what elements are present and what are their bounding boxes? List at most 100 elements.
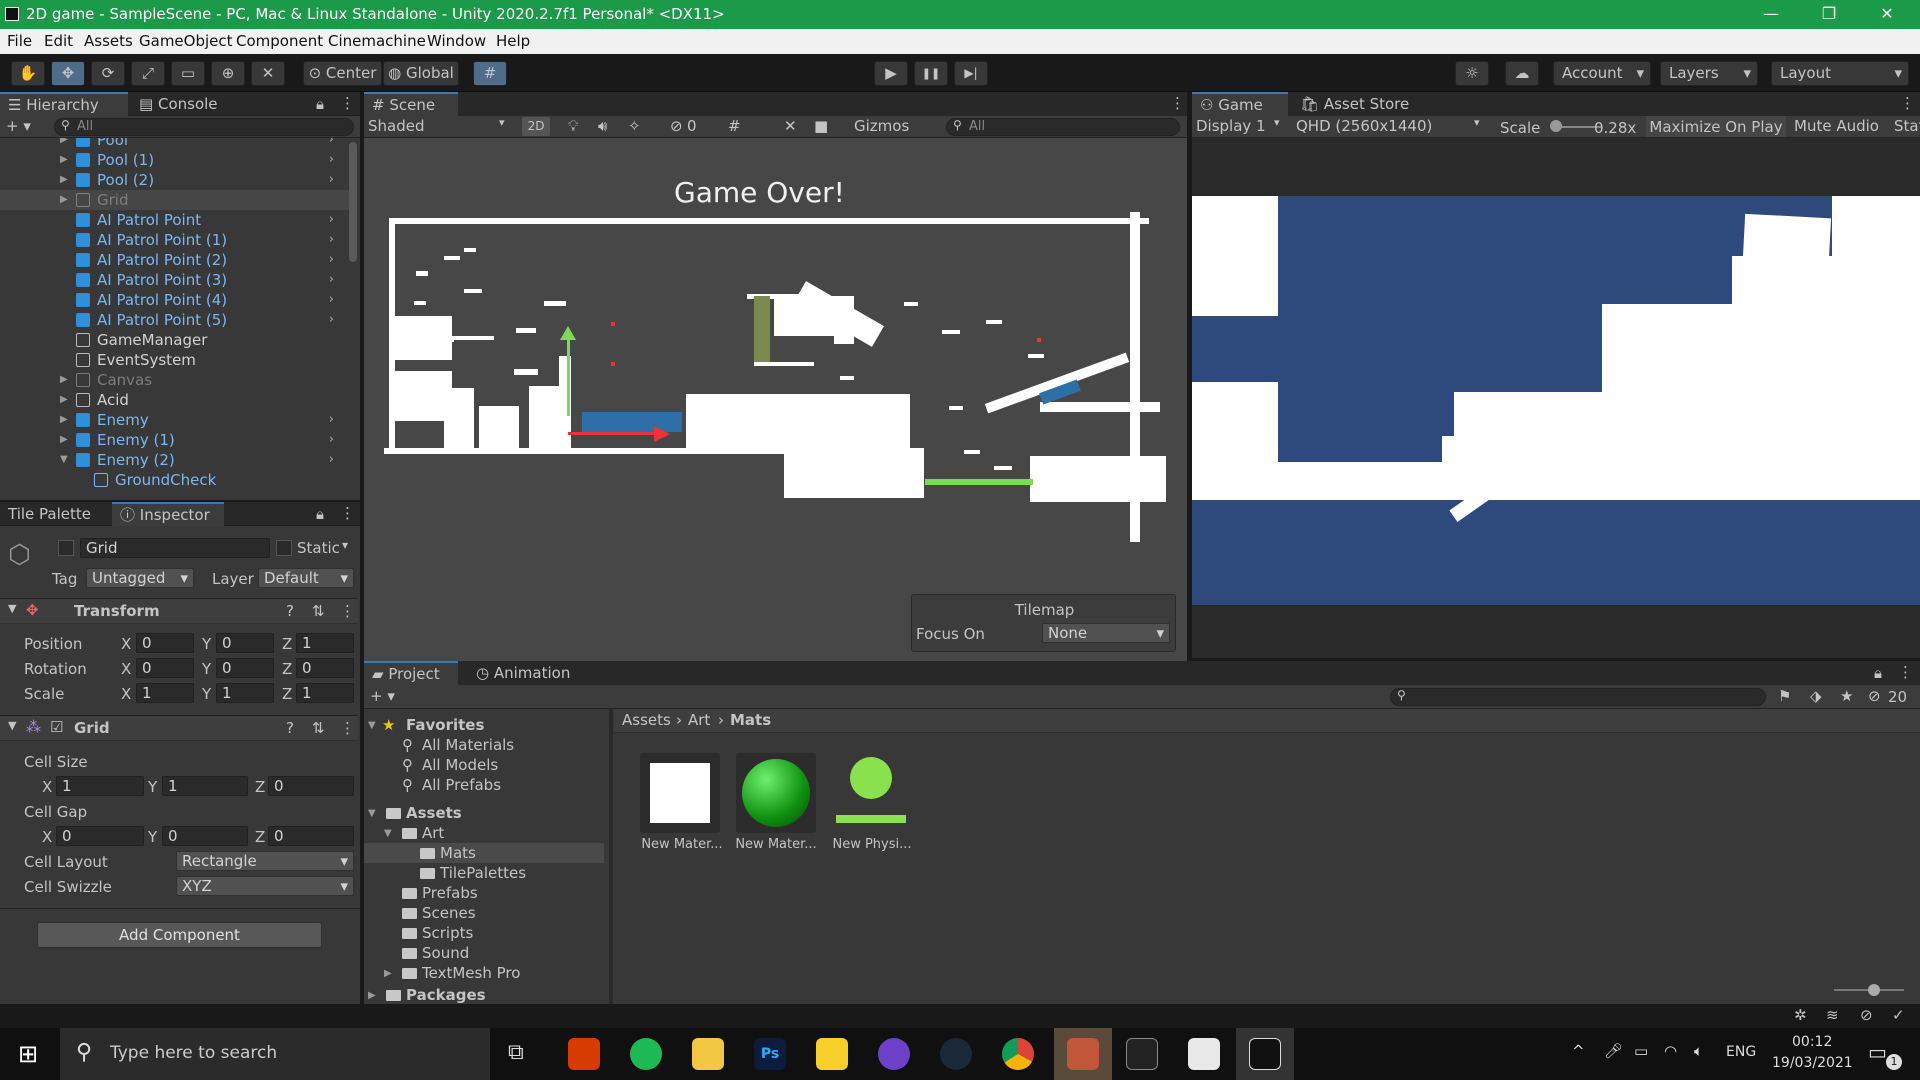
audio-icon[interactable]: 🔊︎: [598, 117, 607, 135]
menu-window[interactable]: Window: [427, 32, 486, 50]
hierarchy-scrollbar[interactable]: [349, 142, 357, 262]
cell-gap-x-field[interactable]: 0: [56, 826, 144, 846]
splitter[interactable]: [609, 709, 613, 1004]
rotation-y-field[interactable]: 0: [216, 658, 274, 678]
move-gizmo-x-axis[interactable]: [568, 432, 658, 435]
filter-label-icon[interactable]: ⬗: [1810, 687, 1822, 705]
grid-visibility-icon[interactable]: #: [728, 117, 741, 135]
favorites-item[interactable]: ▼ ★ Favorites: [364, 715, 604, 735]
folder-item-selected[interactable]: Mats: [364, 843, 604, 863]
lighting-icon[interactable]: 💡︎: [568, 117, 579, 135]
move-gizmo-x-arrow-icon[interactable]: [654, 426, 670, 442]
icon-size-slider-handle[interactable]: [1868, 984, 1880, 996]
cell-size-x-field[interactable]: 1: [56, 776, 144, 796]
position-y-field[interactable]: 0: [216, 633, 274, 653]
hidden-packages-icon[interactable]: ⊘: [1868, 687, 1881, 705]
resolution-dropdown[interactable]: QHD (2560x1440): [1296, 117, 1432, 135]
hierarchy-item[interactable]: ▶ Acid: [0, 390, 350, 410]
file-explorer-icon[interactable]: [692, 1038, 724, 1070]
help-icon[interactable]: ?: [286, 719, 294, 737]
lock-icon[interactable]: 🔒︎: [316, 505, 324, 523]
folder-item[interactable]: ▼ Art: [364, 823, 604, 843]
preset-icon[interactable]: ⇅: [312, 602, 325, 620]
focus-on-dropdown[interactable]: None: [1042, 623, 1170, 643]
folder-item[interactable]: ▼ Assets: [364, 803, 604, 823]
check-circle-icon[interactable]: ✓: [1892, 1006, 1905, 1024]
close-button[interactable]: ✕: [1858, 0, 1916, 29]
kebab-menu-icon[interactable]: ⋮: [340, 602, 355, 620]
pause-button[interactable]: ❚❚: [914, 61, 948, 86]
folder-item[interactable]: Scripts: [364, 923, 604, 943]
hierarchy-item[interactable]: ▶ Enemy (1) ›: [0, 430, 350, 450]
favorite-search-item[interactable]: ⚲ All Prefabs: [364, 775, 604, 795]
scale-y-field[interactable]: 1: [216, 683, 274, 703]
clock-date[interactable]: 19/03/2021: [1772, 1055, 1853, 1071]
kebab-menu-icon[interactable]: ⋮: [340, 504, 355, 522]
kebab-menu-icon[interactable]: ⋮: [1898, 663, 1913, 681]
breadcrumb-item[interactable]: Assets: [622, 711, 671, 729]
game-viewport[interactable]: [1192, 196, 1920, 605]
folder-item[interactable]: Sound: [364, 943, 604, 963]
menu-file[interactable]: File: [7, 32, 32, 50]
mute-audio-toggle[interactable]: Mute Audio: [1794, 117, 1879, 135]
github-icon[interactable]: [878, 1038, 910, 1070]
task-view-icon[interactable]: ⧉: [508, 1040, 524, 1065]
auto-generate-icon[interactable]: ⊘: [1860, 1006, 1873, 1024]
add-component-button[interactable]: Add Component: [37, 922, 322, 948]
account-dropdown[interactable]: Account ▾: [1553, 61, 1651, 86]
microphone-icon[interactable]: 🎤︎: [1604, 1042, 1623, 1060]
tab-tile-palette[interactable]: Tile Palette: [0, 502, 99, 526]
hierarchy-item[interactable]: AI Patrol Point (3) ›: [0, 270, 350, 290]
move-gizmo-y-arrow-icon[interactable]: [560, 326, 576, 340]
chevron-down-icon[interactable]: ▾: [342, 538, 348, 552]
cell-size-z-field[interactable]: 0: [268, 776, 354, 796]
tag-dropdown[interactable]: Untagged: [86, 568, 194, 588]
menu-component[interactable]: Component: [236, 32, 323, 50]
transform-header[interactable]: ▼ ✥ Transform ? ⇅ ⋮: [0, 598, 358, 624]
folder-item[interactable]: Scenes: [364, 903, 604, 923]
grid-component-header[interactable]: ▼ ⁂ ☑ Grid ? ⇅ ⋮: [0, 715, 358, 741]
java-icon[interactable]: [1188, 1038, 1220, 1070]
scale-x-field[interactable]: 1: [136, 683, 194, 703]
active-checkbox[interactable]: [58, 540, 74, 556]
grid-snap-icon[interactable]: #: [473, 61, 507, 86]
cell-gap-z-field[interactable]: 0: [268, 826, 354, 846]
folder-item[interactable]: TilePalettes: [364, 863, 604, 883]
move-gizmo-y-axis[interactable]: [567, 336, 570, 416]
step-button[interactable]: ▶|: [954, 61, 988, 86]
restore-button[interactable]: ❐: [1800, 0, 1858, 29]
display-dropdown[interactable]: Display 1: [1196, 117, 1266, 135]
notification-icon[interactable]: ▭: [1868, 1040, 1887, 1064]
layer-dropdown[interactable]: Default: [258, 568, 354, 588]
hierarchy-item[interactable]: ▶ Pool (2) ›: [0, 170, 350, 190]
windows-start-icon[interactable]: ⊞: [18, 1040, 38, 1068]
menu-cinemachine[interactable]: Cinemachine: [328, 32, 426, 50]
hierarchy-item[interactable]: ▼ Enemy (2) ›: [0, 450, 350, 470]
layers-dropdown[interactable]: Layers ▾: [1660, 61, 1758, 86]
hierarchy-item[interactable]: AI Patrol Point (1) ›: [0, 230, 350, 250]
hierarchy-item[interactable]: ▶ Canvas: [0, 370, 350, 390]
rotate-tool-icon[interactable]: ⟳: [91, 61, 125, 86]
minimize-button[interactable]: —: [1742, 0, 1800, 29]
bug-icon[interactable]: ✲: [1794, 1006, 1807, 1024]
favorite-star-icon[interactable]: ★: [1840, 687, 1853, 705]
kebab-menu-icon[interactable]: ⋮: [1900, 94, 1915, 112]
cell-size-y-field[interactable]: 1: [162, 776, 248, 796]
tab-project[interactable]: ▰ Project: [364, 661, 458, 685]
steam-icon[interactable]: [940, 1038, 972, 1070]
pivot-global-button[interactable]: ◍ Global: [383, 61, 459, 86]
battery-icon[interactable]: ▭: [1634, 1042, 1648, 1060]
maximize-on-play-toggle[interactable]: Maximize On Play: [1646, 116, 1786, 137]
hierarchy-item[interactable]: ▶ Pool (1) ›: [0, 150, 350, 170]
kebab-menu-icon[interactable]: ⋮: [1170, 94, 1185, 112]
position-z-field[interactable]: 1: [296, 633, 354, 653]
language-indicator[interactable]: ENG: [1726, 1044, 1756, 1060]
kebab-menu-icon[interactable]: ⋮: [340, 94, 355, 112]
menu-help[interactable]: Help: [496, 32, 530, 50]
office-icon[interactable]: [568, 1038, 600, 1070]
rect-tool-icon[interactable]: ▭: [171, 61, 205, 86]
taskbar-active-app[interactable]: [1054, 1028, 1112, 1080]
scene-viewport[interactable]: Game Over! Tilemap Focus On None ▾: [364, 116, 1187, 661]
add-object-button[interactable]: + ▾: [6, 117, 31, 135]
tab-game[interactable]: ⚇ Game: [1192, 92, 1288, 116]
